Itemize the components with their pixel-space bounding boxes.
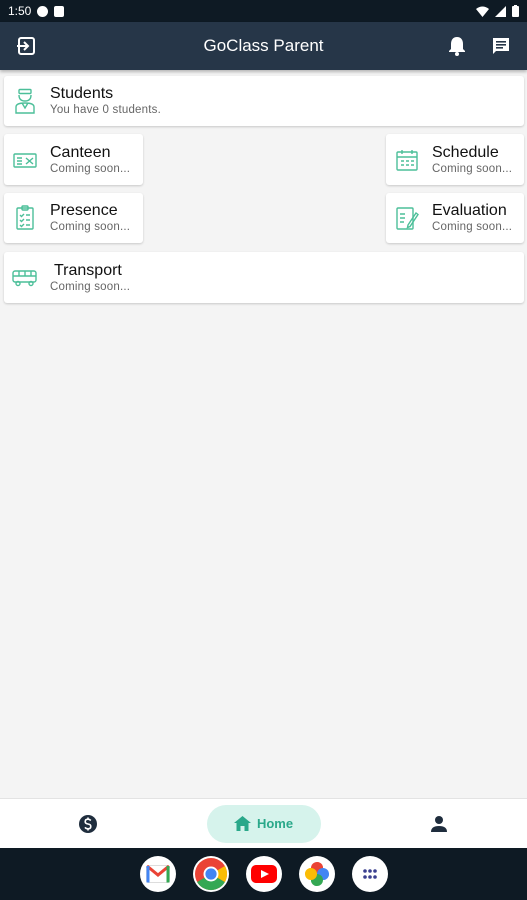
youtube-app[interactable] [245,856,282,892]
home-icon [233,816,251,831]
nav-home[interactable]: Home [206,804,321,843]
person-icon [431,815,448,832]
students-title: Students [50,85,114,102]
transport-card[interactable]: Transport Coming soon... [4,252,524,303]
evaluation-subtitle: Coming soon... [432,221,513,233]
students-card[interactable]: Students You have 0 students. [4,76,524,126]
status-bar: 1:50 [0,0,527,22]
app-grid-icon [362,869,377,879]
app-bar: GoClass Parent [0,22,527,70]
students-subtitle: You have 0 students. [50,104,161,116]
chrome-app[interactable] [192,856,229,892]
gmail-icon [145,865,170,883]
messages-button[interactable] [489,34,513,58]
evaluation-icon [394,205,420,231]
presence-card[interactable]: Presence Coming soon... [4,193,143,243]
nav-home-label: Home [256,816,294,831]
wifi-icon [476,6,489,17]
chrome-icon [194,858,227,891]
message-icon [493,38,509,54]
app-drawer[interactable] [351,856,388,892]
evaluation-card[interactable]: Evaluation Coming soon... [386,193,524,243]
bottom-nav: Home [0,798,527,848]
student-icon [12,88,38,114]
sim-icon [54,5,65,17]
status-time: 1:50 [8,4,32,18]
signal-icon [495,5,506,17]
canteen-card[interactable]: Canteen Coming soon... [4,134,143,185]
evaluation-title: Evaluation [432,202,507,219]
presence-subtitle: Coming soon... [50,221,131,233]
notification-icon [37,5,49,17]
logout-icon [17,37,35,55]
photos-icon [304,862,329,886]
notifications-button[interactable] [445,34,469,58]
schedule-icon [394,147,420,173]
gmail-app[interactable] [139,856,176,892]
schedule-card[interactable]: Schedule Coming soon... [386,134,524,185]
transport-title: Transport [54,261,122,279]
bus-icon [12,265,38,291]
nav-payments[interactable] [0,814,176,834]
canteen-title: Canteen [50,143,111,161]
schedule-subtitle: Coming soon... [432,162,513,175]
nav-profile[interactable] [351,815,527,833]
presence-icon [12,205,38,231]
system-dock [0,848,527,900]
logout-button[interactable] [14,34,38,58]
canteen-subtitle: Coming soon... [50,162,131,175]
canteen-icon [12,147,38,173]
presence-title: Presence [50,202,118,219]
youtube-icon [250,865,277,883]
transport-subtitle: Coming soon... [50,280,131,293]
bell-icon [449,37,465,56]
dollar-icon [78,814,97,833]
photos-app[interactable] [298,856,335,892]
battery-icon [512,5,519,17]
schedule-title: Schedule [432,143,499,161]
